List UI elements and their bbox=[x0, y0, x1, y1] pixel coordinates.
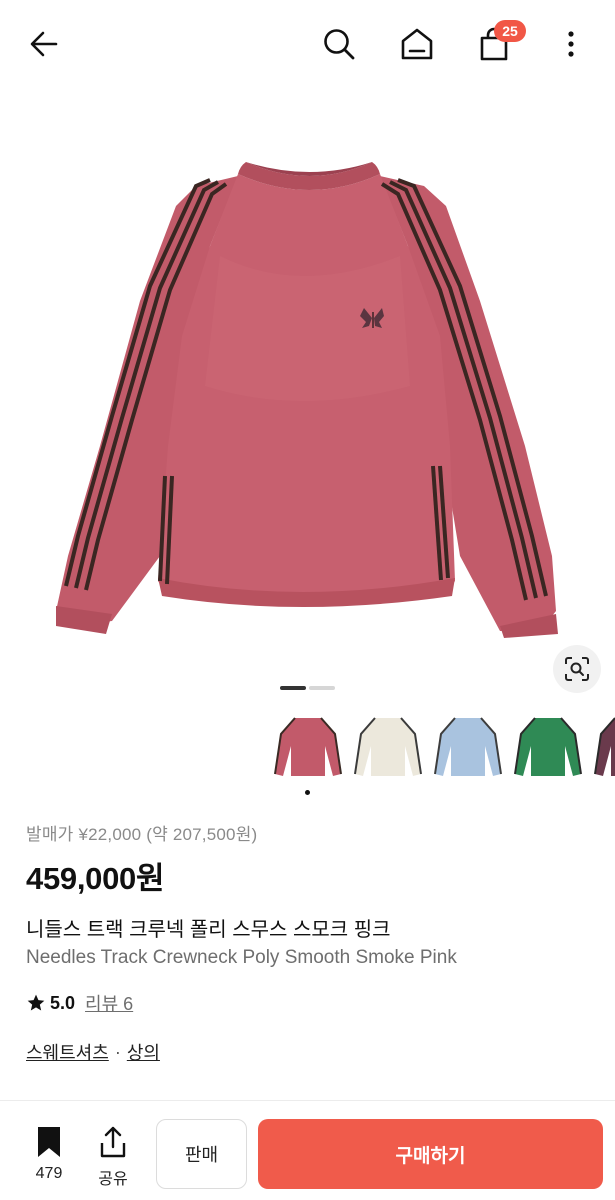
variant-thumb-plum[interactable] bbox=[590, 708, 615, 786]
share-button[interactable]: 공유 bbox=[91, 1125, 135, 1189]
variant-thumb-ivory[interactable] bbox=[350, 708, 425, 786]
sweater-thumbnail bbox=[353, 717, 422, 776]
search-button[interactable] bbox=[317, 22, 361, 66]
category-tops-link[interactable]: 상의 bbox=[127, 1039, 160, 1065]
share-icon bbox=[100, 1126, 126, 1158]
sweater-thumbnail bbox=[433, 717, 502, 776]
cart-button[interactable]: 25 bbox=[472, 20, 526, 66]
bookmark-count: 479 bbox=[35, 1165, 63, 1182]
search-icon bbox=[324, 29, 355, 60]
product-title-english: Needles Track Crewneck Poly Smooth Smoke… bbox=[26, 947, 457, 968]
carousel-indicator-active bbox=[280, 686, 306, 690]
variant-thumb-green[interactable] bbox=[510, 708, 585, 786]
release-price: 발매가 ¥22,000 (약 207,500원) bbox=[26, 825, 258, 844]
rating-row: 5.0 리뷰 6 bbox=[26, 990, 133, 1016]
top-bar: 25 bbox=[0, 0, 615, 86]
home-icon bbox=[401, 28, 433, 60]
variant-thumb-smoke-pink[interactable] bbox=[270, 708, 345, 786]
variant-thumb-light-blue[interactable] bbox=[430, 708, 505, 786]
category-breadcrumb: 스웨트셔츠 · 상의 bbox=[26, 1039, 160, 1065]
visual-search-button[interactable] bbox=[553, 645, 601, 693]
bottom-action-bar: 479 공유 판매 구매하기 bbox=[0, 1100, 615, 1200]
product-image-carousel[interactable] bbox=[0, 86, 615, 706]
color-variant-strip bbox=[270, 708, 615, 788]
back-button[interactable] bbox=[22, 22, 66, 66]
sweater-thumbnail bbox=[593, 717, 615, 776]
arrow-left-icon bbox=[30, 31, 58, 57]
cart-count-badge: 25 bbox=[494, 20, 526, 42]
product-price: 459,000원 bbox=[26, 861, 165, 896]
product-title-korean: 니들스 트랙 크루넥 폴리 스무스 스모크 핑크 bbox=[26, 919, 391, 941]
carousel-indicator bbox=[309, 686, 335, 690]
bookmark-icon bbox=[38, 1127, 60, 1157]
product-image bbox=[56, 162, 558, 638]
reviews-link[interactable]: 리뷰 6 bbox=[85, 990, 133, 1016]
rating-score: 5.0 bbox=[50, 992, 76, 1013]
selected-variant-dot bbox=[305, 790, 310, 795]
more-button[interactable] bbox=[549, 22, 593, 66]
visual-search-icon bbox=[565, 657, 589, 681]
bookmark-button[interactable]: 479 bbox=[27, 1125, 71, 1183]
star-icon bbox=[27, 994, 45, 1011]
category-separator: · bbox=[114, 1041, 121, 1062]
sweater-thumbnail bbox=[513, 717, 582, 776]
sweater-thumbnail bbox=[273, 717, 342, 776]
share-label: 공유 bbox=[98, 1171, 128, 1188]
category-sweatshirt-link[interactable]: 스웨트셔츠 bbox=[26, 1039, 109, 1065]
home-button[interactable] bbox=[395, 22, 439, 66]
more-vertical-icon bbox=[568, 31, 574, 57]
sell-button[interactable]: 판매 bbox=[156, 1119, 247, 1189]
buy-button[interactable]: 구매하기 bbox=[258, 1119, 603, 1189]
